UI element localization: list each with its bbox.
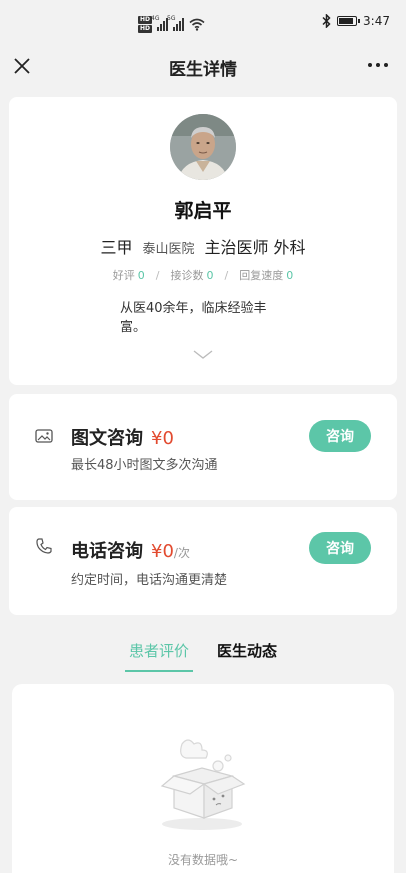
phone-consult-button[interactable]: 咨询 <box>309 532 371 564</box>
wifi-icon <box>189 18 205 31</box>
consult-price: ¥0 <box>151 541 174 562</box>
tab-doctor-updates[interactable]: 医生动态 <box>217 640 277 672</box>
doctor-title-dept: 主治医师 外科 <box>204 238 306 257</box>
empty-state-text: 没有数据哦~ <box>167 853 239 867</box>
network-indicators: HD HD 4G 5G <box>138 12 205 36</box>
hd-badge: HD <box>138 24 153 33</box>
status-bar: HD HD 4G 5G 3:47 <box>0 0 406 44</box>
doctor-profile-card: 郭启平 三甲 泰山医院 主治医师 外科 好评 0 / 接诊数 0 / 回复速度 0 从… <box>9 97 397 385</box>
image-icon <box>35 429 53 443</box>
doctor-info: 三甲 泰山医院 主治医师 外科 <box>9 234 397 258</box>
consult-desc: 约定时间，电话沟通更清楚 <box>71 573 228 588</box>
page-title: 医生详情 <box>169 59 237 80</box>
more-icon[interactable] <box>368 63 388 67</box>
consult-price: ¥0 <box>151 428 174 449</box>
reviews-panel: 没有数据哦~ <box>12 684 394 873</box>
clock-time: 3:47 <box>363 14 390 28</box>
stat-consultations: 接诊数 0 <box>170 269 214 282</box>
stat-reply-speed: 回复速度 0 <box>239 269 294 282</box>
nav-bar: 医生详情 <box>0 44 406 90</box>
hd-badge: HD <box>138 15 153 24</box>
signal-icon: 5G <box>167 15 185 31</box>
empty-box-icon <box>160 739 246 830</box>
phone-consult-card: 电话咨询 ¥0/次 约定时间，电话沟通更清楚 咨询 <box>9 507 397 615</box>
image-text-consult-button[interactable]: 咨询 <box>309 420 371 452</box>
tab-patient-reviews[interactable]: 患者评价 <box>124 640 194 672</box>
close-icon[interactable] <box>12 56 32 76</box>
battery-icon <box>337 16 361 26</box>
doctor-name: 郭启平 <box>174 200 232 222</box>
consult-unit: /次 <box>173 546 190 560</box>
bluetooth-icon <box>322 14 331 28</box>
hospital-level: 三甲 <box>100 238 133 257</box>
doctor-intro: 从医40余年，临床经验丰富。 <box>120 301 267 335</box>
hospital-name: 泰山医院 <box>142 242 195 257</box>
consult-desc: 最长48小时图文多次沟通 <box>71 458 218 473</box>
phone-icon <box>36 538 52 554</box>
stat-rating: 好评 0 <box>112 269 145 282</box>
chevron-down-icon[interactable] <box>193 350 213 360</box>
consult-title: 电话咨询 <box>71 541 143 562</box>
doctor-avatar <box>170 114 236 180</box>
doctor-stats: 好评 0 / 接诊数 0 / 回复速度 0 <box>112 268 294 283</box>
image-text-consult-card: 图文咨询 ¥0 最长48小时图文多次沟通 咨询 <box>9 394 397 500</box>
consult-title: 图文咨询 <box>71 428 143 449</box>
tab-bar: 患者评价 医生动态 <box>0 640 406 672</box>
